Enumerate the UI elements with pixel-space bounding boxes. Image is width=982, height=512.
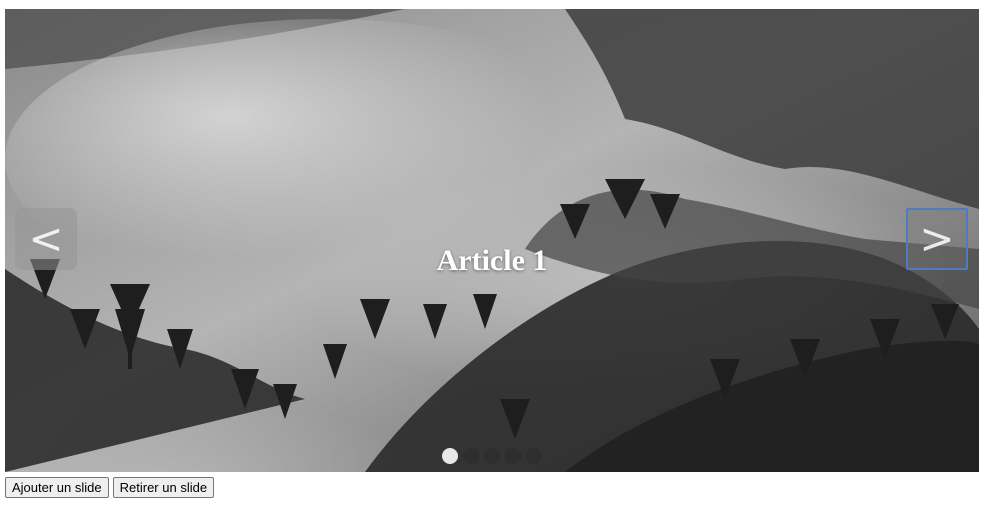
previous-slide-button[interactable]: < bbox=[15, 208, 77, 270]
slide-dot-4[interactable] bbox=[505, 448, 521, 464]
slide-dot-3[interactable] bbox=[484, 448, 500, 464]
add-slide-button[interactable]: Ajouter un slide bbox=[5, 477, 109, 498]
slide-dot-2[interactable] bbox=[463, 448, 479, 464]
page: Article 1 < > Ajouter un slide Retirer u… bbox=[0, 0, 982, 512]
remove-slide-button[interactable]: Retirer un slide bbox=[112, 477, 215, 498]
carousel-controls: Ajouter un slide Retirer un slide bbox=[5, 477, 215, 498]
chevron-left-icon: < bbox=[28, 214, 64, 263]
chevron-right-icon: > bbox=[919, 214, 955, 263]
slide-dot-5[interactable] bbox=[526, 448, 542, 464]
next-slide-button[interactable]: > bbox=[906, 208, 968, 270]
image-carousel: Article 1 < > bbox=[5, 9, 979, 472]
slide-title: Article 1 bbox=[436, 244, 548, 277]
slide-dot-1[interactable] bbox=[442, 448, 458, 464]
slide-indicators bbox=[5, 448, 979, 464]
